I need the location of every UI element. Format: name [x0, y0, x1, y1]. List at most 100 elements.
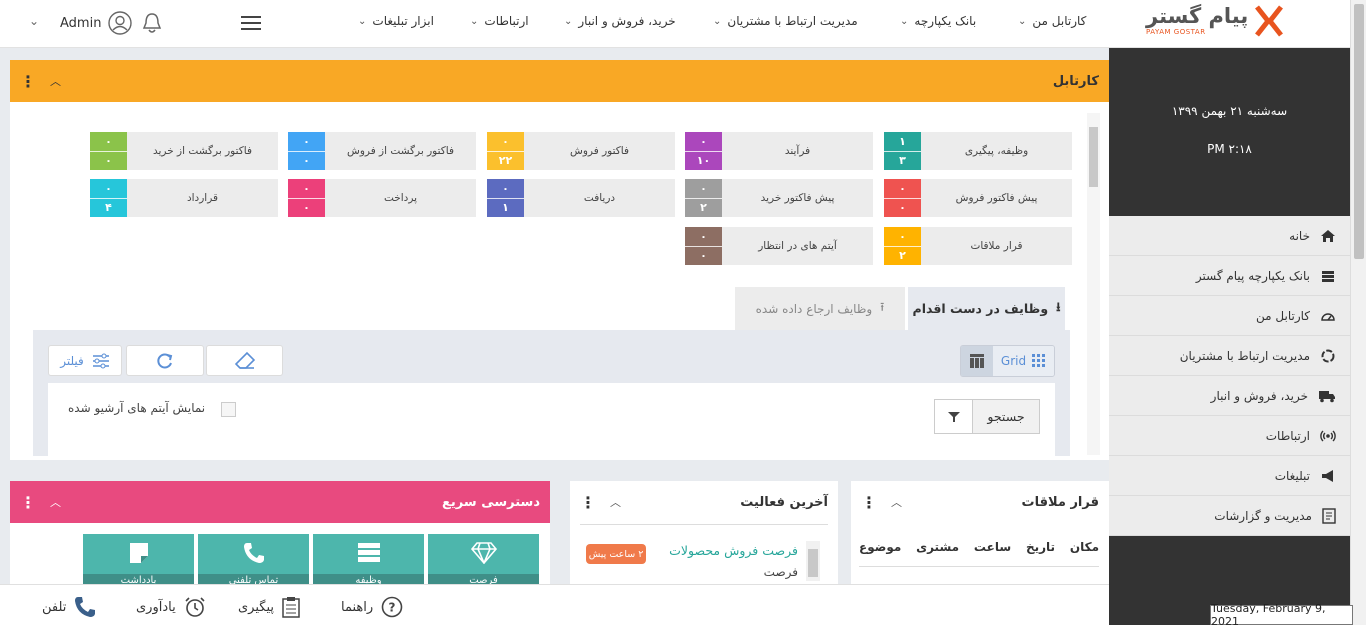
question-circle-icon: ? — [381, 596, 403, 618]
tile-label: پرداخت — [383, 192, 418, 204]
collapse-chevron-icon[interactable]: ︿ — [610, 494, 621, 510]
clipboard-icon — [282, 596, 300, 618]
upload-icon: ⭱ — [880, 300, 885, 314]
nav-sales[interactable]: خرید، فروش و انبار ⌄ — [564, 14, 676, 28]
tile-count: ۰۰ — [288, 179, 325, 217]
cartable-title: کارتابل — [1052, 73, 1099, 89]
column-header[interactable]: مکان — [1070, 540, 1099, 554]
activity-scrollbar[interactable] — [806, 541, 820, 581]
brand-logo[interactable]: پیام گستر PAYAM GOSTAR — [1146, 4, 1284, 38]
tile-count: ۰ ۱۰ — [685, 132, 722, 170]
database-icon — [1320, 268, 1336, 284]
tile-label: فاکتور برگشت از خرید — [153, 145, 252, 157]
nav-unified-bank[interactable]: بانک یکپارچه ⌄ — [900, 14, 976, 28]
quick-phone-call-button[interactable]: تماس تلفنی — [198, 534, 309, 586]
more-vertical-icon[interactable]: ⋮ — [20, 72, 36, 91]
user-dropdown-chevron-icon[interactable]: ⌄ — [29, 14, 39, 28]
tile-sales-proforma[interactable]: ۰ ۰ پیش فاکتور فروش — [884, 179, 1072, 217]
column-header[interactable]: مشتری — [916, 540, 959, 554]
tile-process[interactable]: ۰ ۱۰ فرآیند — [685, 132, 873, 170]
more-vertical-icon[interactable]: ⋮ — [20, 493, 36, 512]
reminder-button[interactable]: یادآوری — [136, 596, 206, 618]
tile-label: وظیفه، پیگیری — [964, 145, 1029, 157]
tile-count: ۰۰ — [90, 132, 127, 170]
tile-contract[interactable]: ۰ ۴ قرارداد — [90, 179, 278, 217]
report-icon — [1322, 507, 1336, 524]
refresh-button[interactable] — [126, 345, 204, 376]
sidebar-item-communications[interactable]: ارتباطات — [1109, 416, 1350, 456]
tile-count: ۰۰ — [884, 179, 921, 217]
nav-crm[interactable]: مدیریت ارتباط با مشتریان ⌄ — [713, 14, 858, 28]
tile-purchase-proforma[interactable]: ۰ ۲ پیش فاکتور خرید — [685, 179, 873, 217]
tile-task-followup[interactable]: ۱ ۳ وظیفه، پیگیری — [884, 132, 1072, 170]
column-header[interactable]: ساعت — [974, 540, 1011, 554]
collapse-chevron-icon[interactable]: ︿ — [50, 494, 61, 510]
collapse-chevron-icon[interactable]: ︿ — [50, 73, 61, 89]
quick-task-button[interactable]: وظیفه — [313, 534, 424, 586]
diamond-icon — [470, 542, 497, 564]
chevron-down-icon: ⌄ — [713, 15, 722, 27]
tile-label: دریافت — [583, 192, 616, 204]
sidebar-item-home[interactable]: خانه — [1109, 216, 1350, 256]
tile-count: ۰۰ — [685, 227, 722, 265]
sidebar-item-sales[interactable]: خرید، فروش و انبار — [1109, 376, 1350, 416]
nav-ads[interactable]: ابزار تبلیغات ⌄ — [358, 14, 434, 28]
date-tooltip: Tuesday, February 9, 2021 — [1210, 602, 1353, 625]
tile-appointment[interactable]: ۰ ۲ قرار ملاقات — [884, 227, 1072, 265]
activity-item-title[interactable]: فرصت فروش محصولات — [655, 543, 798, 558]
nav-communications[interactable]: ارتباطات ⌄ — [470, 14, 529, 28]
tile-label: پیش فاکتور فروش — [955, 192, 1038, 204]
activity-header: ⋮ ︿ آخرین فعالیت — [570, 481, 838, 523]
more-vertical-icon[interactable]: ⋮ — [861, 493, 877, 512]
clear-filter-button[interactable] — [206, 345, 283, 376]
tile-count: ۰۰ — [288, 132, 325, 170]
followup-button[interactable]: پیگیری — [238, 596, 300, 618]
appointments-header: ⋮ ︿ قرار ملاقات — [851, 481, 1109, 523]
board-view-icon[interactable] — [961, 346, 993, 376]
tile-count: ۰ ۲۲ — [487, 132, 524, 170]
tile-sales-invoice[interactable]: ۰ ۲۲ فاکتور فروش — [487, 132, 675, 170]
column-header[interactable]: تاریخ — [1026, 540, 1055, 554]
quick-opportunity-button[interactable]: فرصت — [428, 534, 539, 586]
filter-button[interactable]: فیلتر — [48, 345, 122, 376]
activity-item-type: فرصت — [763, 565, 798, 579]
grid-view-button[interactable]: Grid — [993, 346, 1054, 376]
current-date: سه‌شنبه ۲۱ بهمن ۱۳۹۹ — [1171, 104, 1288, 118]
tile-sales-return[interactable]: ۰ ۰ فاکتور برگشت از فروش — [288, 132, 476, 170]
tab-in-progress-tasks[interactable]: ⭳ وظایف در دست اقدام — [908, 287, 1065, 330]
sidebar-item-ads[interactable]: تبلیغات — [1109, 456, 1350, 496]
tile-receipt[interactable]: ۰ ۱ دریافت — [487, 179, 675, 217]
avatar[interactable] — [108, 11, 132, 35]
tab-referred-tasks[interactable]: ⭱ وظایف ارجاع داده شده — [735, 287, 905, 330]
help-button[interactable]: راهنما ? — [341, 596, 403, 618]
divider — [859, 566, 1099, 567]
cartable-scrollbar[interactable] — [1087, 113, 1100, 455]
hamburger-menu-icon[interactable] — [241, 15, 261, 31]
brand-subtitle: PAYAM GOSTAR — [1146, 28, 1206, 36]
page-scrollbar[interactable] — [1350, 0, 1366, 625]
sidebar-item-reports[interactable]: مدیریت و گزارشات — [1109, 496, 1350, 536]
bell-icon[interactable] — [141, 11, 163, 35]
view-toggle[interactable]: Grid — [960, 345, 1055, 377]
chevron-down-icon: ⌄ — [1018, 15, 1027, 27]
home-icon — [1320, 228, 1336, 244]
sidebar-item-crm[interactable]: مدیریت ارتباط با مشتریان — [1109, 336, 1350, 376]
dashboard-icon — [1320, 308, 1336, 324]
nav-cartable[interactable]: کارتابل من ⌄ — [1018, 14, 1086, 28]
tile-pending-items[interactable]: ۰ ۰ آیتم های در انتظار — [685, 227, 873, 265]
server-icon — [357, 542, 381, 564]
cartable-header: ⋮ ︿ کارتابل — [10, 60, 1109, 102]
phone-button[interactable]: تلفن — [42, 596, 96, 618]
collapse-chevron-icon[interactable]: ︿ — [891, 494, 902, 510]
sidebar-item-cartable[interactable]: کارتابل من — [1109, 296, 1350, 336]
column-header[interactable]: موضوع — [859, 540, 901, 554]
sidebar-item-unified-bank[interactable]: بانک یکپارچه پیام گستر — [1109, 256, 1350, 296]
more-vertical-icon[interactable]: ⋮ — [580, 493, 596, 512]
search-button[interactable]: جستجو — [973, 400, 1039, 433]
quick-note-button[interactable]: یادداشت — [83, 534, 194, 586]
tile-purchase-return[interactable]: ۰ ۰ فاکتور برگشت از خرید — [90, 132, 278, 170]
tile-payment[interactable]: ۰ ۰ پرداخت — [288, 179, 476, 217]
user-name[interactable]: Admin — [60, 16, 101, 31]
show-archived-checkbox[interactable] — [221, 402, 236, 417]
funnel-icon[interactable] — [935, 400, 973, 433]
